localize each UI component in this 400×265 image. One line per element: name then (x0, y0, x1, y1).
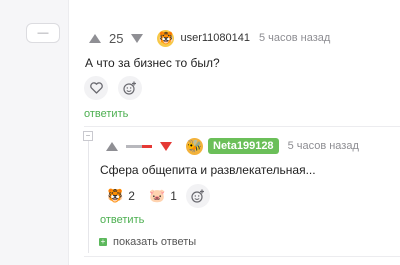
author-badge[interactable]: Neta199128 (208, 138, 279, 154)
timestamp: 5 часов назад (259, 32, 331, 44)
reaction-tiger[interactable]: 🐯 2 (107, 185, 135, 207)
vote-widget (106, 141, 172, 151)
reply-link[interactable]: ответить (100, 214, 144, 226)
divider (84, 256, 400, 257)
avatar[interactable]: 🐯 (157, 29, 175, 47)
timestamp: 5 часов назад (287, 140, 359, 152)
add-reaction-button[interactable] (118, 76, 142, 100)
add-reaction-button[interactable] (186, 184, 210, 208)
upvote-icon[interactable] (89, 33, 101, 43)
like-button[interactable] (84, 76, 108, 100)
tiger-emoji-icon: 🐯 (107, 188, 124, 203)
downvote-icon[interactable] (131, 33, 144, 43)
divider (84, 126, 400, 127)
reply-text: Сфера общепита и развлекательная... (100, 163, 316, 177)
comment-header: 25 🐯 user11080141 5 часов назад (89, 28, 330, 48)
plus-icon: + (99, 237, 107, 246)
vote-score: 25 (109, 30, 124, 46)
reaction-count: 2 (128, 189, 135, 203)
show-replies-button[interactable]: + показать ответы (99, 236, 196, 248)
emoji-add-icon (123, 81, 136, 95)
avatar-emoji: 🐯 (158, 31, 174, 45)
collapse-button[interactable]: — (26, 23, 60, 43)
collapse-thread-toggle[interactable]: − (83, 131, 93, 141)
username[interactable]: user11080141 (180, 32, 250, 44)
pig-emoji-icon: 🐷 (149, 188, 166, 203)
emoji-add-icon (191, 189, 204, 203)
show-replies-label: показать ответы (113, 236, 197, 248)
heart-icon (89, 82, 103, 94)
reaction-pig[interactable]: 🐷 1 (149, 185, 177, 207)
vote-widget: 25 (89, 30, 144, 46)
upvote-icon[interactable] (106, 141, 118, 151)
left-sidebar: — (0, 0, 69, 265)
comment-text: А что за бизнес то был? (85, 56, 220, 70)
reply-link[interactable]: ответить (84, 108, 128, 120)
avatar[interactable]: 🐝 (186, 137, 203, 155)
reaction-count: 1 (170, 189, 177, 203)
avatar-emoji: 🐝 (187, 139, 202, 153)
vote-ratio-bar (126, 144, 152, 148)
downvote-icon[interactable] (160, 141, 172, 151)
thread-line (88, 141, 89, 253)
reply-header: 🐝 Neta199128 5 часов назад (106, 136, 359, 156)
